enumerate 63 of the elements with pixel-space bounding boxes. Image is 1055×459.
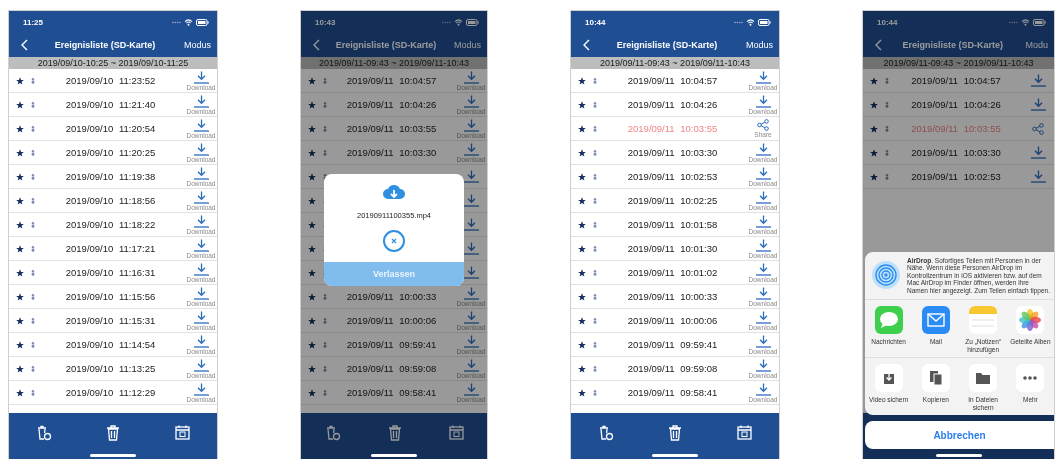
- event-row[interactable]: 2019/09/11 10:03:30: [863, 141, 1054, 165]
- event-row[interactable]: 2019/09/11 10:04:57: [863, 69, 1054, 93]
- event-time: 2019/09/11 10:02:53: [626, 171, 719, 182]
- event-time: 2019/09/11 10:01:58: [626, 219, 719, 230]
- event-time: 2019/09/11 10:03:30: [345, 147, 438, 158]
- event-row[interactable]: 2019/09/11 10:04:26: [863, 93, 1054, 117]
- event-time: 2019/09/11 10:01:30: [626, 243, 719, 254]
- event-time: 2019/09/11 10:04:57: [910, 75, 1002, 86]
- date-range-label: 2019/09/10-10:25 ~ 2019/09/10-11:25: [9, 57, 217, 69]
- status-time: 10:44: [877, 17, 898, 27]
- event-time: 2019/09/10 11:18:22: [64, 219, 157, 230]
- screen-title: Ereignisliste (SD-Karte): [53, 40, 157, 50]
- event-time: 2019/09/10 11:16:31: [64, 267, 157, 278]
- event-time: 2019/09/11 09:59:08: [626, 363, 719, 374]
- event-time: 2019/09/11 10:04:57: [626, 75, 719, 86]
- event-time: 2019/09/10 11:21:40: [64, 99, 157, 110]
- event-time: 2019/09/11 10:00:06: [345, 315, 438, 326]
- event-time: 2019/09/11 10:04:26: [626, 99, 719, 110]
- event-time: 2019/09/10 11:20:54: [64, 123, 157, 134]
- event-time: 2019/09/10 11:18:56: [64, 195, 157, 206]
- event-time: 2019/09/11 10:02:25: [626, 195, 719, 206]
- screen-title: Ereignisliste (SD-Karte): [615, 40, 719, 50]
- date-range-label: 2019/09/11-09:43 ~ 2019/09/11-10:43: [863, 57, 1054, 69]
- event-time: 2019/09/11 10:03:55: [345, 123, 438, 134]
- event-time: 2019/09/10 11:20:25: [64, 147, 157, 158]
- event-time: 2019/09/10 11:14:54: [64, 339, 157, 350]
- mode-button[interactable]: Modu: [1023, 40, 1050, 50]
- cancel-button[interactable]: Abbrechen: [865, 421, 1054, 449]
- event-time: 2019/09/10 11:12:29: [64, 387, 157, 398]
- event-time: 2019/09/11 10:03:30: [626, 147, 719, 158]
- event-time: 2019/09/11 10:00:06: [626, 315, 719, 326]
- mode-button[interactable]: Modus: [744, 40, 775, 50]
- date-range-label: 2019/09/11-09:43 ~ 2019/09/11-10:43: [571, 57, 779, 69]
- event-time: 2019/09/11 09:58:41: [345, 387, 438, 398]
- event-time: 2019/09/11 10:03:30: [910, 147, 1002, 158]
- event-time: 2019/09/10 11:19:38: [64, 171, 157, 182]
- status-time: 10:44: [585, 17, 606, 27]
- event-time: 2019/09/11 10:04:26: [910, 99, 1002, 110]
- screen-title: Ereignisliste (SD-Karte): [901, 40, 1004, 50]
- event-time: 2019/09/11 10:04:26: [345, 99, 438, 110]
- status-time: 10:43: [315, 17, 336, 27]
- event-time: 2019/09/10 11:13:25: [64, 363, 157, 374]
- event-time: 2019/09/11 10:04:57: [345, 75, 438, 86]
- event-time: 2019/09/10 11:17:21: [64, 243, 157, 254]
- event-time: 2019/09/10 11:15:31: [64, 315, 157, 326]
- event-time: 2019/09/11 10:03:55: [910, 123, 1002, 134]
- event-time: 2019/09/11 10:01:02: [626, 267, 719, 278]
- event-time: 2019/09/11 09:59:41: [345, 339, 438, 350]
- event-time: 2019/09/11 09:59:41: [626, 339, 719, 350]
- event-time: 2019/09/10 11:15:56: [64, 291, 157, 302]
- event-time: 2019/09/11 09:59:08: [345, 363, 438, 374]
- screen-title: Ereignisliste (SD-Karte): [334, 40, 438, 50]
- event-time: 2019/09/11 10:03:55: [626, 123, 719, 134]
- date-range-label: 2019/09/11-09:43 ~ 2019/09/11-10:43: [301, 57, 487, 69]
- mode-button[interactable]: Modus: [182, 40, 213, 50]
- event-row[interactable]: 2019/09/11 10:02:53: [863, 165, 1054, 189]
- status-time: 11:25: [23, 17, 44, 27]
- mode-button[interactable]: Modus: [452, 40, 483, 50]
- event-time: 2019/09/11 10:02:53: [910, 171, 1002, 182]
- event-time: 2019/09/11 10:00:33: [345, 291, 438, 302]
- event-time: 2019/09/10 11:23:52: [64, 75, 157, 86]
- event-time: 2019/09/11 10:00:33: [626, 291, 719, 302]
- event-time: 2019/09/11 09:58:41: [626, 387, 719, 398]
